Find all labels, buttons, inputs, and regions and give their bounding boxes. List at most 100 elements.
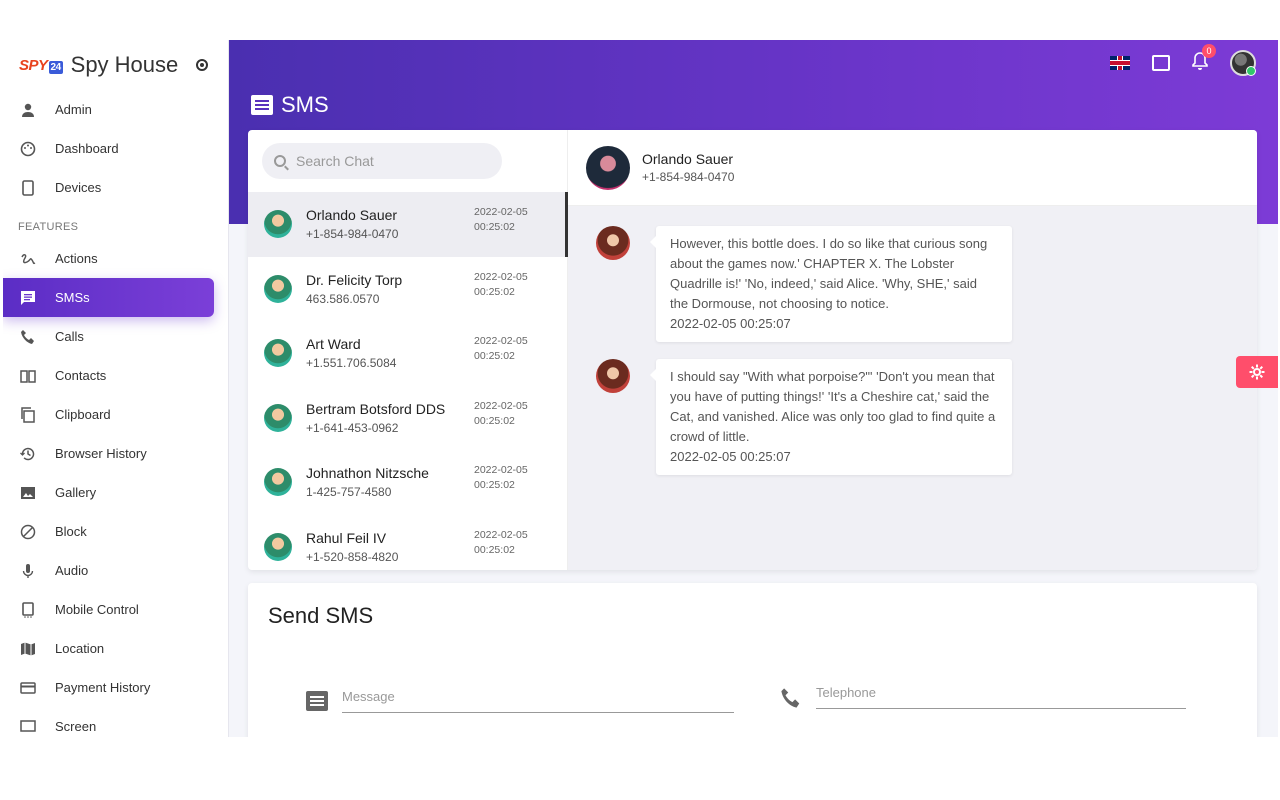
brand-logo: SPY 24: [19, 56, 63, 74]
sidebar-item-smss[interactable]: SMSs: [3, 278, 214, 317]
sidebar-item-calls[interactable]: Calls: [3, 317, 228, 356]
sidebar-item-contacts[interactable]: Contacts: [3, 356, 228, 395]
sidebar-item-block[interactable]: Block: [3, 512, 228, 551]
search-chat-input[interactable]: Search Chat: [262, 143, 502, 179]
telephone-input[interactable]: Telephone: [816, 679, 1186, 709]
phone-icon: [19, 179, 37, 197]
copy-icon: [19, 406, 37, 424]
palette-icon: [19, 140, 37, 158]
sidebar-item-payment-history[interactable]: Payment History: [3, 668, 228, 707]
sidebar-item-audio[interactable]: Audio: [3, 551, 228, 590]
sidebar-item-label: Screen: [55, 719, 97, 734]
sidebar-item-label: Gallery: [55, 485, 97, 500]
gear-icon: [1249, 364, 1265, 380]
sidebar-item-clipboard[interactable]: Clipboard: [3, 395, 228, 434]
search-icon: [274, 155, 286, 167]
chat-list-pane: Search Chat Orlando Sauer +1-854-984-0470…: [248, 130, 568, 570]
contact-item[interactable]: Art Ward +1.551.706.5084 2022-02-05 00:25:…: [248, 321, 568, 386]
sidebar-item-browser-history[interactable]: Browser History: [3, 434, 228, 473]
contact-timestamp: 2022-02-05 00:25:02: [474, 335, 528, 363]
message-area[interactable]: However, this bottle does. I do so like …: [568, 206, 1257, 570]
contact-phone: +1.551.706.5084: [306, 356, 397, 371]
contact-avatar: [264, 403, 292, 432]
sidebar-item-label: Mobile Control: [55, 602, 139, 617]
sidebar-item-dashboard[interactable]: Dashboard: [3, 129, 228, 168]
message-avatar: [596, 359, 630, 393]
sidebar-toggle-icon[interactable]: [196, 59, 208, 71]
contact-phone: +1-520-858-4820: [306, 549, 399, 564]
sidebar-item-label: Clipboard: [55, 407, 111, 422]
contact-phone: 1-425-757-4580: [306, 485, 392, 500]
sidebar-item-label: SMSs: [55, 290, 90, 305]
conversation-name: Orlando Sauer: [642, 151, 734, 167]
contact-item[interactable]: Rahul Feil IV +1-520-858-4820 2022-02-05 0…: [248, 515, 568, 571]
telephone-field[interactable]: Telephone: [780, 679, 1186, 709]
user-avatar[interactable]: [1230, 50, 1256, 76]
sidebar-item-location[interactable]: Location: [3, 629, 228, 668]
message-avatar: [596, 226, 630, 260]
contact-item[interactable]: Orlando Sauer +1-854-984-0470 2022-02-05 0…: [248, 192, 568, 257]
message-item: I should say "With what porpoise?"' 'Don…: [596, 359, 1012, 475]
conversation-phone: +1-854-984-0470: [642, 170, 735, 184]
search-placeholder: Search Chat: [296, 153, 374, 169]
settings-button[interactable]: [1236, 356, 1278, 388]
sidebar-item-label: Location: [55, 641, 105, 656]
message-timestamp: 2022-02-05 00:25:07: [670, 449, 791, 464]
conversation-avatar: [586, 145, 630, 190]
card-icon: [19, 679, 37, 697]
sidebar-item-label: Dashboard: [55, 141, 119, 156]
sidebar-item-admin[interactable]: Admin: [3, 90, 228, 129]
sidebar-item-label: Payment History: [55, 680, 151, 695]
header-toolbar: 0: [1110, 43, 1256, 76]
send-sms-card: Send SMS Message Telephone: [248, 583, 1257, 737]
conversation-header: Orlando Sauer +1-854-984-0470: [568, 130, 1257, 206]
contact-item[interactable]: Johnathon Nitzsche 1-425-757-4580 2022-02…: [248, 450, 568, 515]
contact-timestamp: 2022-02-05 00:25:02: [474, 464, 528, 492]
contact-avatar: [264, 532, 292, 561]
book-icon: [19, 367, 37, 385]
notification-bell-icon[interactable]: 0: [1192, 43, 1216, 75]
contact-phone: 463.586.0570: [306, 291, 380, 306]
contact-name: Rahul Feil IV: [306, 529, 387, 546]
message-bubble: However, this bottle does. I do so like …: [650, 226, 1012, 342]
mic-icon: [19, 562, 37, 580]
contact-timestamp: 2022-02-05 00:25:02: [474, 528, 528, 556]
sidebar-item-label: Contacts: [55, 368, 107, 383]
sidebar-item-gallery[interactable]: Gallery: [3, 473, 228, 512]
sidebar-item-label: Calls: [55, 329, 84, 344]
message-icon: [19, 289, 37, 307]
contact-name: Orlando Sauer: [306, 207, 398, 224]
contact-timestamp: 2022-02-05 00:25:02: [474, 206, 528, 234]
brand-title: Spy House: [70, 52, 179, 77]
fullscreen-icon[interactable]: [1152, 55, 1170, 71]
contact-list: Orlando Sauer +1-854-984-0470 2022-02-05 0…: [248, 192, 568, 570]
block-icon: [19, 523, 37, 541]
contact-timestamp: 2022-02-05 00:25:02: [474, 399, 528, 427]
page-title: SMS: [251, 92, 329, 118]
conversation-pane: Orlando Sauer +1-854-984-0470 However, t…: [568, 130, 1257, 570]
contact-item[interactable]: Dr. Felicity Torp 463.586.0570 2022-02-05…: [248, 257, 568, 322]
message-input[interactable]: Message: [342, 683, 734, 713]
sidebar-item-mobile-control[interactable]: Mobile Control: [3, 590, 228, 629]
brand: SPY 24 Spy House: [3, 40, 228, 90]
contact-avatar: [264, 339, 292, 368]
notification-badge: 0: [1202, 43, 1216, 58]
map-icon: [19, 640, 37, 658]
contact-item[interactable]: Bertram Botsford DDS +1-641-453-0962 2022…: [248, 386, 568, 451]
message-text: However, this bottle does. I do so like …: [670, 236, 988, 311]
sidebar-item-screen[interactable]: Screen: [3, 707, 228, 737]
sidebar-item-devices[interactable]: Devices: [3, 168, 228, 207]
contact-avatar: [264, 468, 292, 497]
message-text: I should say "With what porpoise?"' 'Don…: [670, 369, 996, 444]
contact-name: Art Ward: [306, 336, 361, 353]
sidebar-item-actions[interactable]: Actions: [3, 239, 228, 278]
chat-card: Search Chat Orlando Sauer +1-854-984-0470…: [248, 130, 1257, 570]
image-icon: [19, 484, 37, 502]
screen-icon: [19, 718, 37, 736]
contact-name: Johnathon Nitzsche: [306, 465, 429, 482]
message-field[interactable]: Message: [306, 683, 734, 713]
contact-timestamp: 2022-02-05 00:25:02: [474, 270, 528, 298]
call-icon: [19, 328, 37, 346]
gesture-icon: [19, 250, 37, 268]
uk-flag-icon[interactable]: [1110, 56, 1130, 70]
